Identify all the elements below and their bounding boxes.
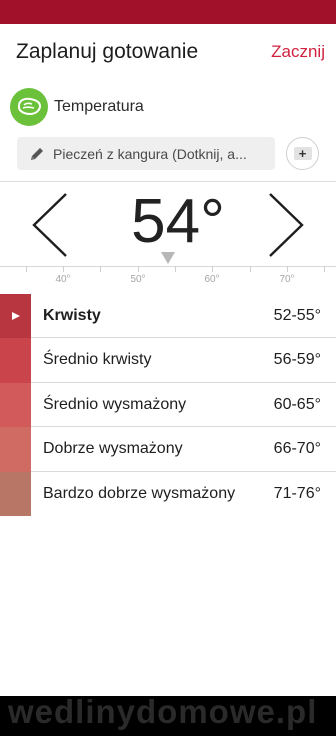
doneness-name: Dobrze wysmażony (43, 440, 183, 458)
doneness-row[interactable]: Dobrze wysmażony 66-70° (0, 427, 336, 472)
doneness-color (0, 471, 31, 516)
doneness-range: 52-55° (273, 307, 321, 324)
selected-marker-icon (12, 312, 20, 320)
temperature-scale[interactable]: 40° 50° 60° 70° (0, 252, 336, 288)
scale-tick (138, 266, 139, 272)
scale-tick (250, 266, 251, 272)
doneness-color (0, 338, 31, 383)
scale-tick-label: 50° (130, 274, 146, 285)
doneness-name: Krwisty (43, 307, 101, 324)
add-plate-icon: + (293, 147, 312, 160)
scale-tick (324, 266, 325, 272)
temperature-label: Temperatura (54, 98, 144, 115)
scale-pointer (161, 252, 175, 264)
doneness-row[interactable]: Bardzo dobrze wysmażony 71-76° (0, 471, 336, 516)
recipe-select-field[interactable]: Pieczeń z kangura (Dotknij, a... (17, 137, 275, 170)
start-button[interactable]: Zacznij (271, 42, 325, 62)
scale-tick-label: 70° (279, 274, 295, 285)
doneness-range: 71-76° (273, 484, 321, 502)
doneness-color (0, 382, 31, 428)
doneness-range: 66-70° (273, 440, 321, 458)
status-bar (0, 0, 336, 24)
page-title: Zaplanuj gotowanie (16, 40, 199, 63)
scale-tick-label: 60° (204, 274, 220, 285)
add-recipe-button[interactable]: + (286, 137, 319, 170)
recipe-field-text: Pieczeń z kangura (Dotknij, a... (53, 145, 247, 162)
watermark: wedlinydomowe.pl (0, 696, 336, 736)
doneness-row[interactable]: Średnio krwisty 56-59° (0, 338, 336, 383)
chevron-right-icon[interactable] (266, 192, 306, 258)
doneness-row[interactable]: Krwisty 52-55° (0, 294, 336, 339)
doneness-range: 60-65° (273, 395, 321, 413)
temperature-section: Temperatura (10, 88, 144, 126)
doneness-range: 56-59° (273, 351, 321, 369)
watermark-text: wedlinydomowe.pl (8, 696, 318, 730)
scale-tick (212, 266, 213, 272)
scale-tick (100, 266, 101, 272)
scale-tick (63, 266, 64, 272)
steak-icon (10, 88, 48, 126)
doneness-name: Bardzo dobrze wysmażony (43, 484, 236, 502)
header: Zaplanuj gotowanie Zacznij (0, 24, 336, 80)
scale-tick (26, 266, 27, 272)
chevron-left-icon[interactable] (30, 192, 70, 258)
doneness-row[interactable]: Średnio wysmażony 60-65° (0, 382, 336, 428)
scale-tick-label: 40° (55, 274, 71, 285)
doneness-name: Średnio krwisty (43, 351, 152, 369)
doneness-list: Krwisty 52-55° Średnio krwisty 56-59° Śr… (0, 294, 336, 516)
scale-tick (287, 266, 288, 272)
temperature-value: 54° (131, 187, 225, 256)
scale-line (0, 266, 336, 267)
divider (0, 181, 336, 182)
bottom-strip (0, 736, 336, 750)
doneness-color (0, 427, 31, 472)
pencil-icon (31, 147, 43, 160)
doneness-name: Średnio wysmażony (43, 395, 187, 413)
scale-tick (175, 266, 176, 272)
